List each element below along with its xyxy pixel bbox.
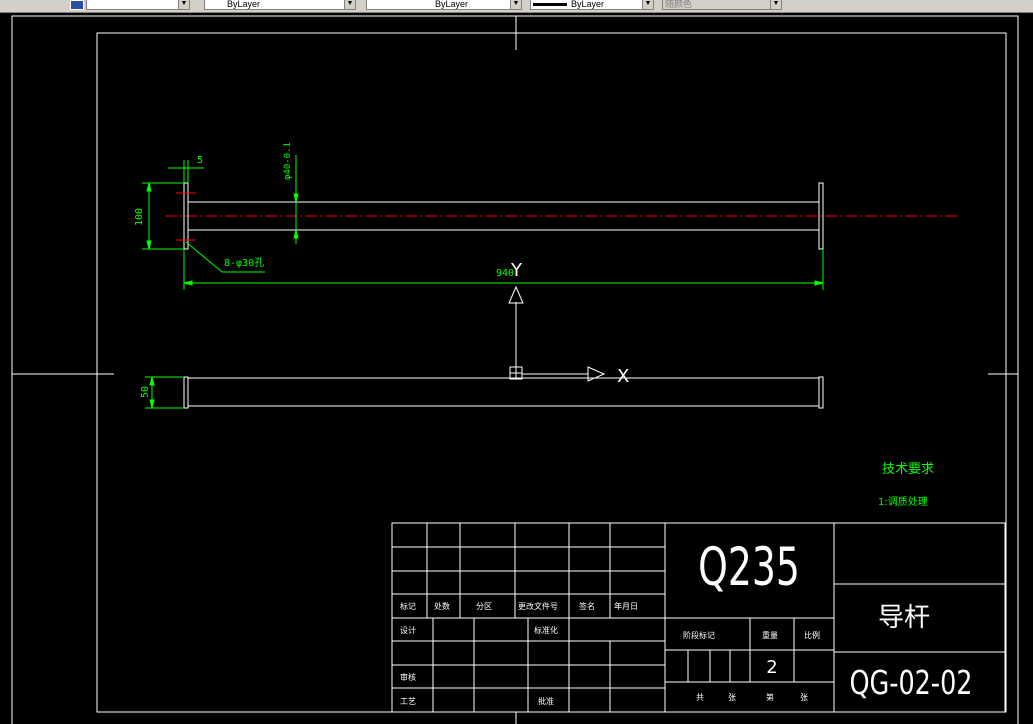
linetype-combo-value: ByLayer bbox=[435, 0, 469, 9]
rev-label-mark: 标记 bbox=[400, 601, 416, 611]
dim-holes-text: 8-φ30孔 bbox=[224, 257, 264, 269]
arrow-right bbox=[814, 280, 824, 286]
sheet-unit-label-2: 张 bbox=[800, 693, 808, 702]
top-view-left-flange bbox=[183, 376, 189, 409]
color-combo-value: ByLayer bbox=[227, 0, 261, 9]
lineweight-swatch bbox=[533, 3, 567, 7]
plotstyle-combo: 随颜色 ▼ bbox=[662, 0, 782, 10]
arrow-up bbox=[146, 182, 152, 192]
scale-label: 比例 bbox=[804, 630, 820, 640]
sheet-number-label: 第 bbox=[766, 692, 774, 702]
color-combo[interactable]: ByLayer ▼ bbox=[204, 0, 356, 10]
top-view-right-flange bbox=[818, 376, 824, 409]
title-block-text: Q235 导杆 QG-02-02 2 标记 处数 分区 更改文件号 签名 年月日… bbox=[400, 535, 973, 706]
ucs-y-label: Y bbox=[510, 260, 523, 281]
rev-label-zone: 分区 bbox=[476, 602, 492, 611]
chevron-down-icon[interactable]: ▼ bbox=[178, 0, 189, 9]
chevron-down-icon[interactable]: ▼ bbox=[642, 0, 653, 9]
linetype-combo[interactable]: ByLayer ▼ bbox=[366, 0, 522, 10]
stage-mark-label: 阶段标记 bbox=[683, 630, 715, 640]
plotstyle-combo-value: 随颜色 bbox=[665, 0, 693, 9]
drawing-number-text: QG-02-02 bbox=[849, 664, 972, 702]
sheet-total-label: 共 bbox=[696, 693, 704, 702]
lineweight-combo[interactable]: ByLayer ▼ bbox=[530, 0, 654, 10]
lineweight-combo-value: ByLayer bbox=[571, 0, 605, 9]
front-view[interactable] bbox=[165, 182, 958, 250]
ucs-icon[interactable]: Y X bbox=[508, 260, 629, 387]
design-label: 设计 bbox=[400, 625, 416, 635]
scale-value-text: 2 bbox=[766, 657, 777, 678]
arrow-50-top bbox=[149, 376, 155, 386]
tech-requirements-title: 技术要求 bbox=[882, 462, 934, 477]
material-text: Q235 bbox=[698, 535, 800, 597]
sheet-unit-label-1: 张 bbox=[728, 693, 736, 702]
rev-label-sign: 签名 bbox=[579, 601, 595, 611]
review-label: 审核 bbox=[400, 672, 416, 682]
standardize-label: 标准化 bbox=[534, 625, 558, 635]
dim-50-text: 50 bbox=[140, 386, 151, 398]
chevron-down-icon[interactable]: ▼ bbox=[510, 0, 521, 9]
ucs-y-arrow bbox=[508, 285, 524, 304]
front-dimensions bbox=[142, 155, 824, 290]
dim-5-text: 5 bbox=[197, 155, 203, 166]
arrow-50-bottom bbox=[149, 399, 155, 409]
arrow-phi-top bbox=[293, 193, 299, 203]
dim-phi-text: φ40-0.1 bbox=[283, 142, 293, 180]
hole-leader bbox=[185, 241, 223, 273]
rev-label-file: 更改文件号 bbox=[518, 601, 558, 611]
chevron-down-icon: ▼ bbox=[770, 0, 781, 9]
rev-label-date: 年月日 bbox=[614, 601, 638, 611]
layer-icon[interactable] bbox=[70, 0, 84, 10]
top-view[interactable] bbox=[183, 376, 824, 409]
tech-requirements-item: 1:调质处理 bbox=[878, 496, 928, 508]
rev-label-count: 处数 bbox=[434, 601, 450, 611]
weight-label: 重量 bbox=[762, 630, 778, 640]
drawing-canvas[interactable]: 5 φ40-0.1 100 8-φ30孔 940 Y X 50 技术要求 1:调… bbox=[0, 12, 1033, 724]
part-name-text: 导杆 bbox=[878, 603, 930, 633]
arrow-left bbox=[183, 280, 193, 286]
dim-100-text: 100 bbox=[134, 208, 145, 226]
process-label: 工艺 bbox=[400, 697, 416, 706]
arrow-down bbox=[146, 240, 152, 250]
ucs-x-label: X bbox=[617, 366, 629, 387]
ucs-x-arrow bbox=[587, 366, 606, 382]
arrow-phi-bottom bbox=[293, 229, 299, 239]
approve-label: 批准 bbox=[538, 696, 554, 706]
front-dim-text: 5 φ40-0.1 100 8-φ30孔 940 bbox=[134, 142, 514, 279]
chevron-down-icon[interactable]: ▼ bbox=[344, 0, 355, 9]
layer-combo[interactable]: ▼ bbox=[86, 0, 190, 10]
